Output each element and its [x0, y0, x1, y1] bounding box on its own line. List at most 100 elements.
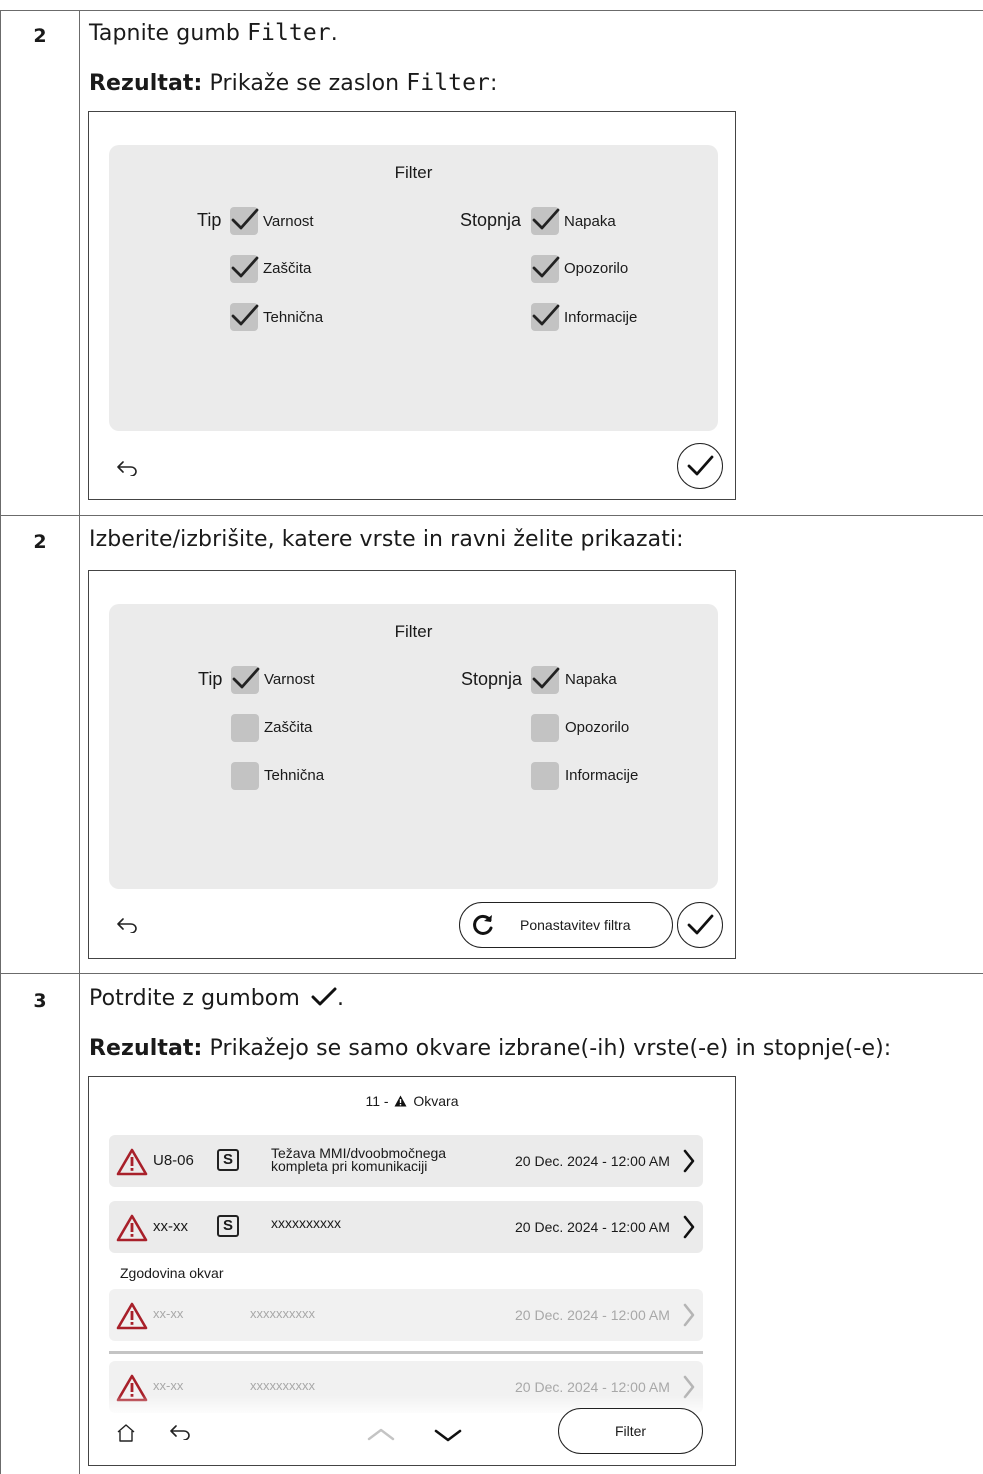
error-row[interactable]: xx-xx S xxxxxxxxxx 20 Dec. 2024 - 12:00 … — [109, 1201, 703, 1253]
table-row-divider-2 — [0, 973, 983, 974]
error-date: 20 Dec. 2024 - 12:00 AM — [515, 1219, 670, 1235]
filter-button[interactable]: Filter — [558, 1408, 703, 1454]
error-code: xx-xx — [153, 1218, 188, 1235]
filter-screen-all-checked: Filter Tip Stopnja Varnost Zaščita Tehni… — [88, 111, 736, 500]
checkbox-zascita[interactable] — [230, 255, 259, 283]
refresh-icon — [473, 914, 493, 935]
chevron-up-icon[interactable] — [367, 1427, 395, 1441]
error-list-header: 11 - Okvara — [89, 1093, 735, 1109]
checkbox-napaka[interactable] — [531, 207, 560, 235]
checkbox-label: Informacije — [565, 767, 639, 784]
step-result: Rezultat: Prikaže se zaslon Filter: — [89, 70, 498, 96]
error-code: xx-xx — [153, 1306, 184, 1321]
warning-icon — [116, 1302, 148, 1330]
checkbox-informacije[interactable] — [531, 762, 559, 790]
checkbox-label: Opozorilo — [564, 260, 629, 277]
reset-filter-label: Ponastavitev filtra — [520, 917, 631, 933]
checkmark-icon — [532, 256, 560, 278]
error-row[interactable]: U8-06 S Težava MMI/dvoobmočnega kompleta… — [109, 1135, 703, 1187]
back-arrow-icon[interactable] — [116, 917, 138, 933]
back-arrow-icon[interactable] — [169, 1424, 191, 1440]
table-column-divider — [79, 10, 80, 1474]
filter-panel: Filter Tip Stopnja Varnost Zaščita Tehni… — [109, 604, 718, 889]
checkbox-label: Zaščita — [263, 260, 312, 277]
instruction-suffix: . — [330, 21, 338, 46]
checkmark-icon — [231, 256, 259, 278]
step-number: 3 — [33, 990, 47, 1012]
type-label: Tip — [197, 210, 222, 230]
checkmark-icon — [231, 304, 259, 326]
history-label: Zgodovina okvar — [120, 1265, 224, 1281]
error-code: U8-06 — [153, 1152, 194, 1169]
step-instruction: Tapnite gumb Filter. — [89, 20, 338, 46]
filter-title: Filter — [394, 622, 433, 641]
checkbox-napaka[interactable] — [531, 666, 560, 694]
checkbox-label: Varnost — [263, 213, 314, 230]
error-list-screen: 11 - Okvara U8-06 S Težava MMI/dvoobmočn… — [88, 1076, 736, 1466]
checkmark-icon — [532, 208, 560, 230]
checkmark-icon — [232, 667, 260, 689]
error-description: xxxxxxxxxx — [250, 1378, 315, 1393]
checkmark-icon — [231, 208, 259, 230]
error-description: xxxxxxxxxx — [250, 1306, 315, 1321]
checkbox-label: Tehnična — [263, 309, 324, 326]
instruction-text: Tapnite gumb — [89, 21, 240, 46]
checkmark-icon — [687, 914, 714, 935]
table-left-border — [0, 10, 1, 1474]
level-label: Stopnja — [460, 210, 522, 230]
level-label: Stopnja — [461, 669, 523, 689]
error-description: xxxxxxxxxx — [271, 1215, 341, 1231]
result-text: Prikažejo se samo okvare izbrane(-ih) vr… — [209, 1036, 892, 1061]
error-count: 11 - — [365, 1093, 389, 1109]
step-instruction: Potrdite z gumbom . — [89, 986, 344, 1011]
checkbox-label: Tehnična — [264, 767, 325, 784]
error-date: 20 Dec. 2024 - 12:00 AM — [515, 1153, 670, 1169]
scroll-divider — [109, 1351, 703, 1354]
type-badge: S — [217, 1149, 239, 1171]
table-top-border — [0, 10, 983, 11]
instruction-code: Filter — [247, 20, 331, 46]
result-text: Prikaže se zaslon — [209, 71, 400, 96]
chevron-right-icon — [683, 1303, 695, 1327]
error-code: xx-xx — [153, 1378, 184, 1393]
reset-filter-button[interactable]: Ponastavitev filtra — [459, 902, 673, 948]
checkbox-varnost[interactable] — [230, 207, 259, 235]
back-arrow-icon[interactable] — [116, 460, 138, 476]
step-result: Rezultat: Prikažejo se samo okvare izbra… — [89, 1036, 891, 1061]
filter-title: Filter — [394, 163, 433, 182]
checkbox-label: Napaka — [564, 213, 616, 230]
error-list-title: Okvara — [413, 1093, 459, 1109]
instruction-text: Potrdite z gumbom — [89, 986, 300, 1011]
checkbox-varnost[interactable] — [231, 666, 260, 694]
history-row[interactable]: xx-xx xxxxxxxxxx 20 Dec. 2024 - 12:00 AM — [109, 1289, 703, 1341]
step-number: 2 — [33, 531, 47, 553]
step-number: 2 — [33, 25, 47, 47]
type-label: Tip — [198, 669, 223, 689]
checkbox-informacije[interactable] — [531, 303, 560, 331]
checkmark-icon — [532, 304, 560, 326]
confirm-button[interactable] — [677, 902, 723, 948]
table-row-divider-1 — [0, 515, 983, 516]
checkbox-opozorilo[interactable] — [531, 255, 560, 283]
error-date: 20 Dec. 2024 - 12:00 AM — [515, 1307, 670, 1323]
error-date: 20 Dec. 2024 - 12:00 AM — [515, 1379, 670, 1395]
filter-panel: Filter Tip Stopnja Varnost Zaščita Tehni… — [109, 145, 718, 431]
checkbox-label: Napaka — [565, 671, 617, 688]
warning-icon — [394, 1095, 407, 1107]
type-badge: S — [217, 1215, 239, 1237]
checkbox-tehnicna[interactable] — [231, 762, 259, 790]
checkbox-tehnicna[interactable] — [230, 303, 259, 331]
checkbox-label: Opozorilo — [565, 719, 630, 736]
result-label: Rezultat: — [89, 71, 203, 96]
checkbox-opozorilo[interactable] — [531, 714, 559, 742]
home-icon[interactable] — [116, 1423, 136, 1443]
filter-button-label: Filter — [614, 1423, 647, 1439]
instruction-suffix: . — [337, 986, 345, 1011]
chevron-down-icon[interactable] — [434, 1429, 462, 1443]
checkbox-zascita[interactable] — [231, 714, 259, 742]
chevron-right-icon — [683, 1149, 695, 1173]
checkmark-icon — [687, 455, 714, 476]
checkbox-label: Informacije — [564, 309, 638, 326]
confirm-button[interactable] — [677, 443, 723, 489]
warning-icon — [116, 1214, 148, 1242]
